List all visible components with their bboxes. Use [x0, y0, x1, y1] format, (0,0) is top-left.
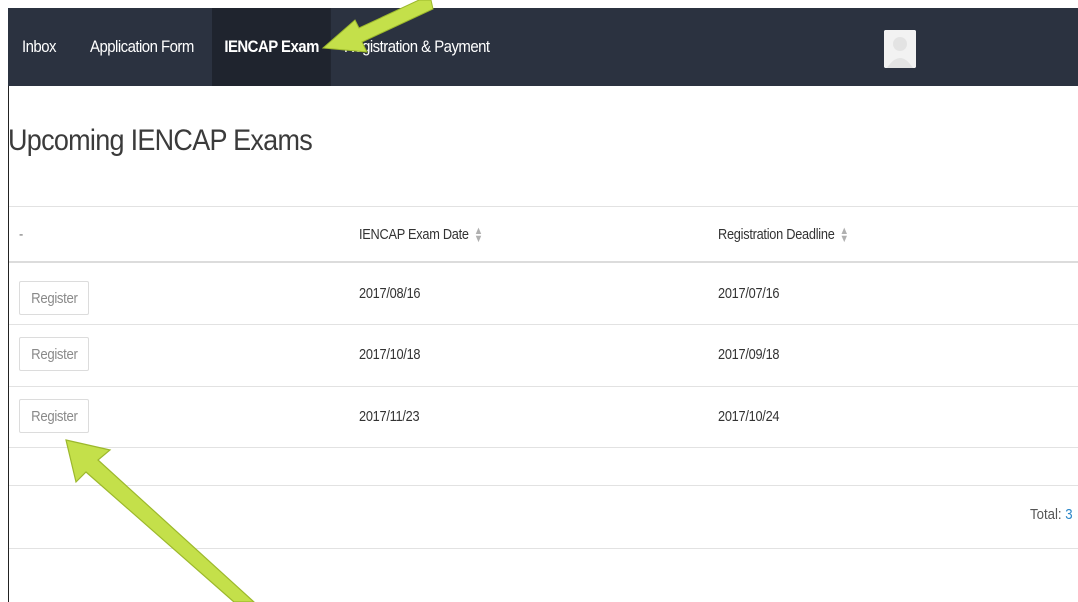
footer-top-divider: [9, 485, 1078, 486]
table-top-divider: [9, 206, 1078, 207]
exam-date-cell: 2017/08/16: [359, 285, 421, 302]
left-border: [8, 86, 9, 602]
table-header-divider: [9, 261, 1078, 263]
highlight-arrow-icon: [65, 439, 255, 602]
row-divider: [9, 386, 1078, 387]
column-header-exam-date-label: IENCAP Exam Date: [359, 226, 469, 243]
column-header-action: -: [19, 226, 23, 243]
footer-bottom-divider: [9, 548, 1078, 549]
nav-item-registration-payment[interactable]: Registration & Payment: [344, 8, 490, 86]
page-title: Upcoming IENCAP Exams: [8, 124, 313, 157]
register-button[interactable]: Register: [19, 399, 89, 433]
total-label: Total:: [1030, 506, 1062, 523]
column-header-exam-date[interactable]: IENCAP Exam Date ▲ ▼: [359, 226, 483, 245]
exam-date-cell: 2017/11/23: [359, 408, 420, 425]
top-navbar: Inbox Application Form IENCAP Exam Regis…: [8, 8, 1078, 86]
register-button[interactable]: Register: [19, 281, 89, 315]
deadline-cell: 2017/10/24: [718, 408, 780, 425]
table-total: Total: 3: [1030, 506, 1073, 523]
column-header-registration-deadline[interactable]: Registration Deadline ▲ ▼: [718, 226, 849, 245]
nav-item-iencap-exam[interactable]: IENCAP Exam: [212, 8, 332, 86]
user-avatar-icon[interactable]: [884, 30, 916, 68]
total-count[interactable]: 3: [1065, 506, 1072, 523]
deadline-cell: 2017/07/16: [718, 285, 780, 302]
row-divider: [9, 324, 1078, 325]
nav-item-application-form[interactable]: Application Form: [90, 8, 194, 86]
row-divider: [9, 447, 1078, 448]
sort-updown-icon[interactable]: ▲ ▼: [474, 226, 483, 245]
register-button-label: Register: [30, 346, 78, 363]
nav-item-inbox[interactable]: Inbox: [22, 8, 56, 86]
deadline-cell: 2017/09/18: [718, 346, 780, 363]
column-header-deadline-label: Registration Deadline: [718, 226, 835, 243]
register-button-label: Register: [30, 408, 78, 425]
register-button-label: Register: [30, 290, 78, 307]
exam-date-cell: 2017/10/18: [359, 346, 421, 363]
register-button[interactable]: Register: [19, 337, 89, 371]
sort-updown-icon[interactable]: ▲ ▼: [840, 226, 849, 245]
